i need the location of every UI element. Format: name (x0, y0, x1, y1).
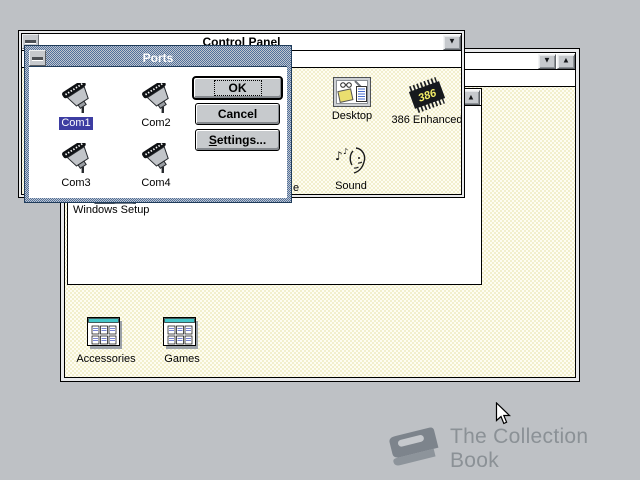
settings-button-label: Settings... (208, 133, 267, 147)
serial-port-icon (142, 143, 169, 173)
ports-dialog-body: Com1 Com2 Com3 Com4 OK Cancel Settings..… (29, 66, 287, 198)
serial-port-icon (62, 143, 89, 173)
system-menu-icon (32, 56, 43, 60)
system-menu-button[interactable] (29, 50, 46, 66)
minimize-icon: ▼ (448, 36, 456, 46)
cp-icon-desktop[interactable]: Desktop (316, 77, 388, 123)
port-label: Com1 (59, 117, 93, 130)
settings-button[interactable]: Settings... (195, 129, 280, 151)
cp-icon-386-enhanced[interactable]: 386 386 Enhanced (389, 77, 465, 127)
ok-button[interactable]: OK (192, 76, 283, 100)
cancel-button-label: Cancel (217, 107, 258, 121)
group-icon-accessories[interactable]: Accessories (70, 317, 142, 366)
port-label: Com3 (61, 177, 91, 189)
cp-icon-label: Sound (335, 180, 367, 192)
cancel-button[interactable]: Cancel (195, 103, 280, 125)
svg-text:♪: ♪ (335, 149, 343, 163)
port-label: Com4 (141, 177, 171, 189)
ok-button-label: OK (213, 80, 262, 96)
port-item-com1[interactable]: Com1 (41, 83, 111, 131)
cp-icon-label: 386 Enhanced (391, 114, 463, 126)
minimize-icon: ▼ (543, 55, 551, 65)
system-menu-icon (25, 40, 36, 43)
port-item-com4[interactable]: Com4 (121, 143, 191, 191)
serial-port-icon (62, 83, 89, 113)
port-label: Com2 (141, 117, 171, 129)
ports-dialog: Ports Com1 Com2 Com3 Com4 OK Cancel Sett… (24, 45, 292, 203)
ports-dialog-titlebar[interactable]: Ports (29, 50, 287, 66)
chip-icon: 386 (408, 77, 446, 113)
book-icon (389, 427, 439, 466)
program-group-icon (163, 317, 198, 349)
group-icon-label: Accessories (76, 353, 136, 365)
minimize-button[interactable]: ▼ (538, 53, 556, 69)
cp-icon-sound[interactable]: ♪ ♪ Sound (315, 145, 387, 193)
mouse-cursor (495, 402, 511, 425)
sound-icon: ♪ ♪ (335, 147, 366, 174)
group-icon-games[interactable]: Games (146, 317, 218, 366)
maximize-icon: ▲ (562, 55, 570, 65)
cp-partial-label: e (293, 182, 300, 194)
svg-text:♪: ♪ (343, 147, 348, 156)
dialog-title: Ports (142, 51, 174, 65)
maximize-button[interactable]: ▲ (557, 53, 575, 69)
program-group-icon (87, 317, 122, 349)
watermark-text: The Collection Book (449, 425, 589, 472)
group-icon-label: Games (164, 353, 200, 365)
serial-port-icon (142, 83, 169, 113)
desktop: The Collection Book ▼ ▲ ▲ Windows Setup … (0, 0, 640, 480)
minimize-button[interactable]: ▼ (443, 34, 461, 50)
port-item-com3[interactable]: Com3 (41, 143, 111, 191)
program-item-label: Windows Setup (73, 204, 150, 216)
cp-icon-label: Desktop (331, 110, 373, 122)
watermark: The Collection Book (384, 424, 640, 474)
maximize-icon: ▲ (467, 92, 475, 101)
port-item-com2[interactable]: Com2 (121, 83, 191, 131)
desktop-icon (333, 77, 371, 107)
